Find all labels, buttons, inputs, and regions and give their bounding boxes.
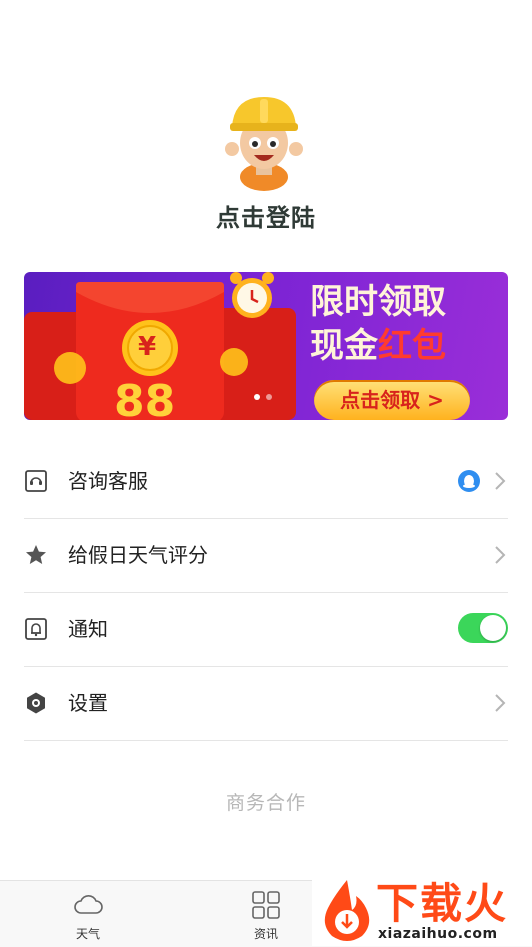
bell-icon: [25, 618, 47, 640]
watermark: 下载火 xiazaihuo.com: [312, 876, 532, 946]
qq-badge-icon: [458, 470, 480, 492]
flame-logo-icon: [324, 880, 370, 941]
user-avatar[interactable]: [222, 93, 306, 193]
menu-item-rate-app[interactable]: 给假日天气评分: [24, 518, 508, 593]
banner-headline-2: 现金红包: [310, 326, 446, 366]
carousel-dot-active[interactable]: [254, 394, 260, 400]
claim-button[interactable]: 点击领取 >: [314, 380, 470, 420]
watermark-title: 下载火: [376, 879, 509, 928]
envelope-amount: 88: [114, 376, 176, 421]
menu-item-label: 设置: [68, 691, 108, 715]
login-link[interactable]: 点击登陆: [0, 198, 532, 233]
notification-toggle[interactable]: [458, 613, 508, 643]
carousel-dot[interactable]: [266, 394, 272, 400]
envelope-currency-symbol: ¥: [138, 332, 157, 362]
watermark-url: xiazaihuo.com: [378, 926, 498, 942]
menu-item-customer-service[interactable]: 咨询客服: [24, 444, 508, 519]
star-icon: [26, 545, 46, 564]
menu-item-label: 咨询客服: [68, 469, 148, 493]
grid-icon: [252, 891, 280, 919]
business-cooperation-link[interactable]: 商务合作: [0, 788, 532, 815]
menu-item-label: 给假日天气评分: [68, 543, 208, 567]
hexagon-settings-icon: [27, 692, 45, 714]
menu-item-settings[interactable]: 设置: [24, 666, 508, 741]
tab-news[interactable]: 资讯: [216, 881, 316, 947]
banner-headline-1: 限时领取: [310, 282, 446, 322]
chevron-right-icon: [495, 694, 506, 712]
tab-weather[interactable]: 天气: [38, 881, 138, 947]
toggle-knob: [480, 615, 506, 641]
tab-label: 天气: [75, 927, 100, 941]
menu-item-notifications: 通知: [24, 592, 508, 667]
customer-service-icon: [25, 470, 47, 492]
worker-avatar-icon: [225, 97, 303, 191]
banner-headline-2-prefix: 现金: [310, 326, 378, 366]
banner-headline-2-highlight: 红包: [378, 326, 446, 366]
chevron-right-icon: [495, 472, 506, 490]
tab-label: 资讯: [253, 927, 278, 941]
menu-item-label: 通知: [68, 617, 108, 641]
carousel-indicator: [254, 394, 272, 400]
chevron-right-icon: [495, 546, 506, 564]
cloud-icon: [74, 895, 103, 914]
